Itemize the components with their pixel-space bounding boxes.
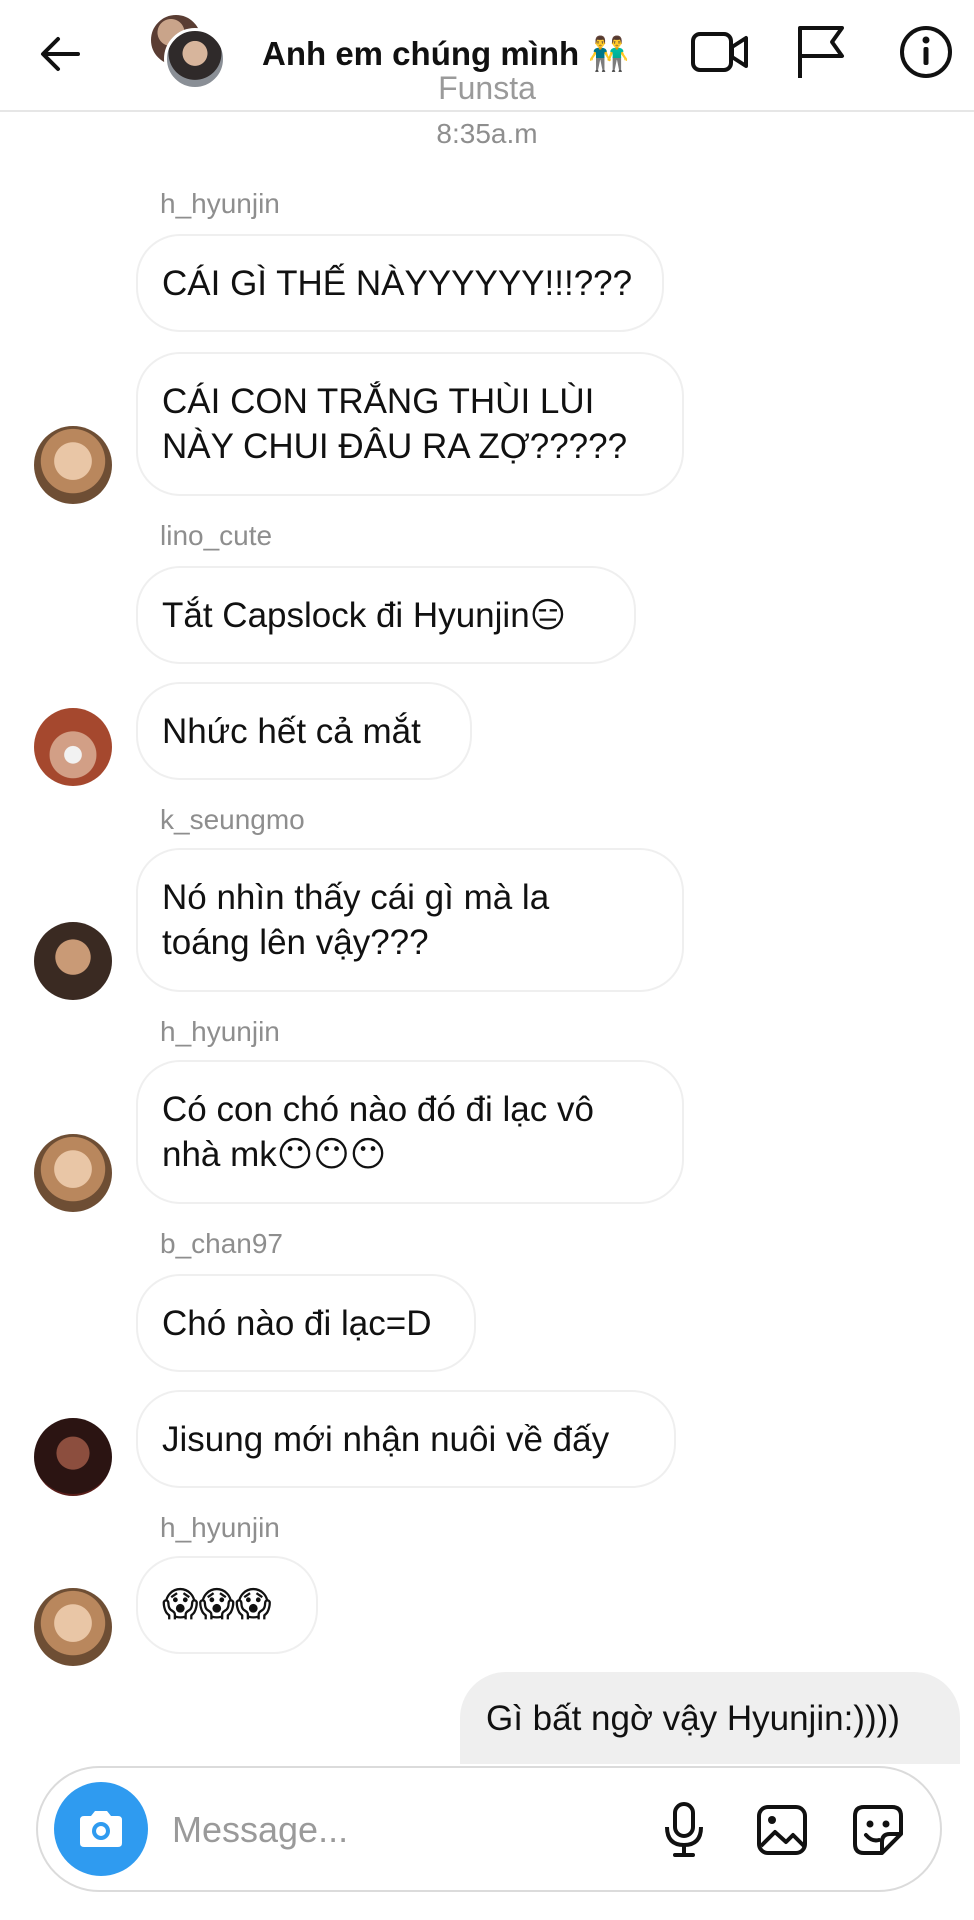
sender-name: h_hyunjin — [160, 1016, 280, 1047]
avatar[interactable] — [34, 1418, 112, 1496]
message-bubble[interactable]: CÁI GÌ THẾ NÀYYYYYY!!!??? — [136, 234, 664, 332]
gallery-icon[interactable] — [750, 1798, 814, 1862]
message-bubble[interactable]: Nó nhìn thấy cái gì mà la toáng lên vậy?… — [136, 848, 684, 992]
sender-name: b_chan97 — [160, 1228, 284, 1259]
sticker-icon[interactable] — [846, 1798, 910, 1862]
avatar[interactable] — [34, 1588, 112, 1666]
thread-name: Funsta — [438, 70, 536, 106]
avatar[interactable] — [34, 1134, 112, 1212]
camera-button[interactable] — [54, 1782, 148, 1876]
camera-icon — [80, 1811, 122, 1847]
avatar[interactable] — [34, 922, 112, 1000]
chat-title[interactable]: Anh em chúng mình 👬 — [262, 34, 629, 74]
message-bubble[interactable]: 😱😱😱 — [136, 1556, 318, 1654]
chat-title-emoji: 👬 — [588, 34, 630, 73]
message-input[interactable] — [172, 1802, 552, 1858]
sender-name: h_hyunjin — [160, 1512, 280, 1543]
thread-timestamp: 8:35a.m — [436, 118, 538, 149]
sender-name: lino_cute — [160, 520, 273, 551]
avatar[interactable] — [34, 708, 112, 786]
message-bubble[interactable]: Chó nào đi lạc=D — [136, 1274, 476, 1372]
avatar[interactable] — [34, 426, 112, 504]
message-bubble[interactable]: CÁI CON TRẮNG THÙI LÙI NÀY CHUI ĐÂU RA Z… — [136, 352, 684, 496]
sender-name: k_seungmo — [160, 804, 305, 835]
message-bubble[interactable]: Nhức hết cả mắt — [136, 682, 472, 780]
chat-title-text: Anh em chúng mình — [262, 35, 580, 72]
sender-name: h_hyunjin — [160, 188, 280, 219]
message-composer — [36, 1766, 942, 1892]
own-message-bubble[interactable]: Gì bất ngờ vậy Hyunjin:)))) — [460, 1672, 960, 1764]
microphone-icon[interactable] — [652, 1798, 716, 1862]
message-bubble[interactable]: Có con chó nào đó đi lạc vô nhà mk😶😶😶 — [136, 1060, 684, 1204]
message-bubble[interactable]: Tắt Capslock đi Hyunjin😑 — [136, 566, 636, 664]
message-bubble[interactable]: Jisung mới nhận nuôi về đấy — [136, 1390, 676, 1488]
